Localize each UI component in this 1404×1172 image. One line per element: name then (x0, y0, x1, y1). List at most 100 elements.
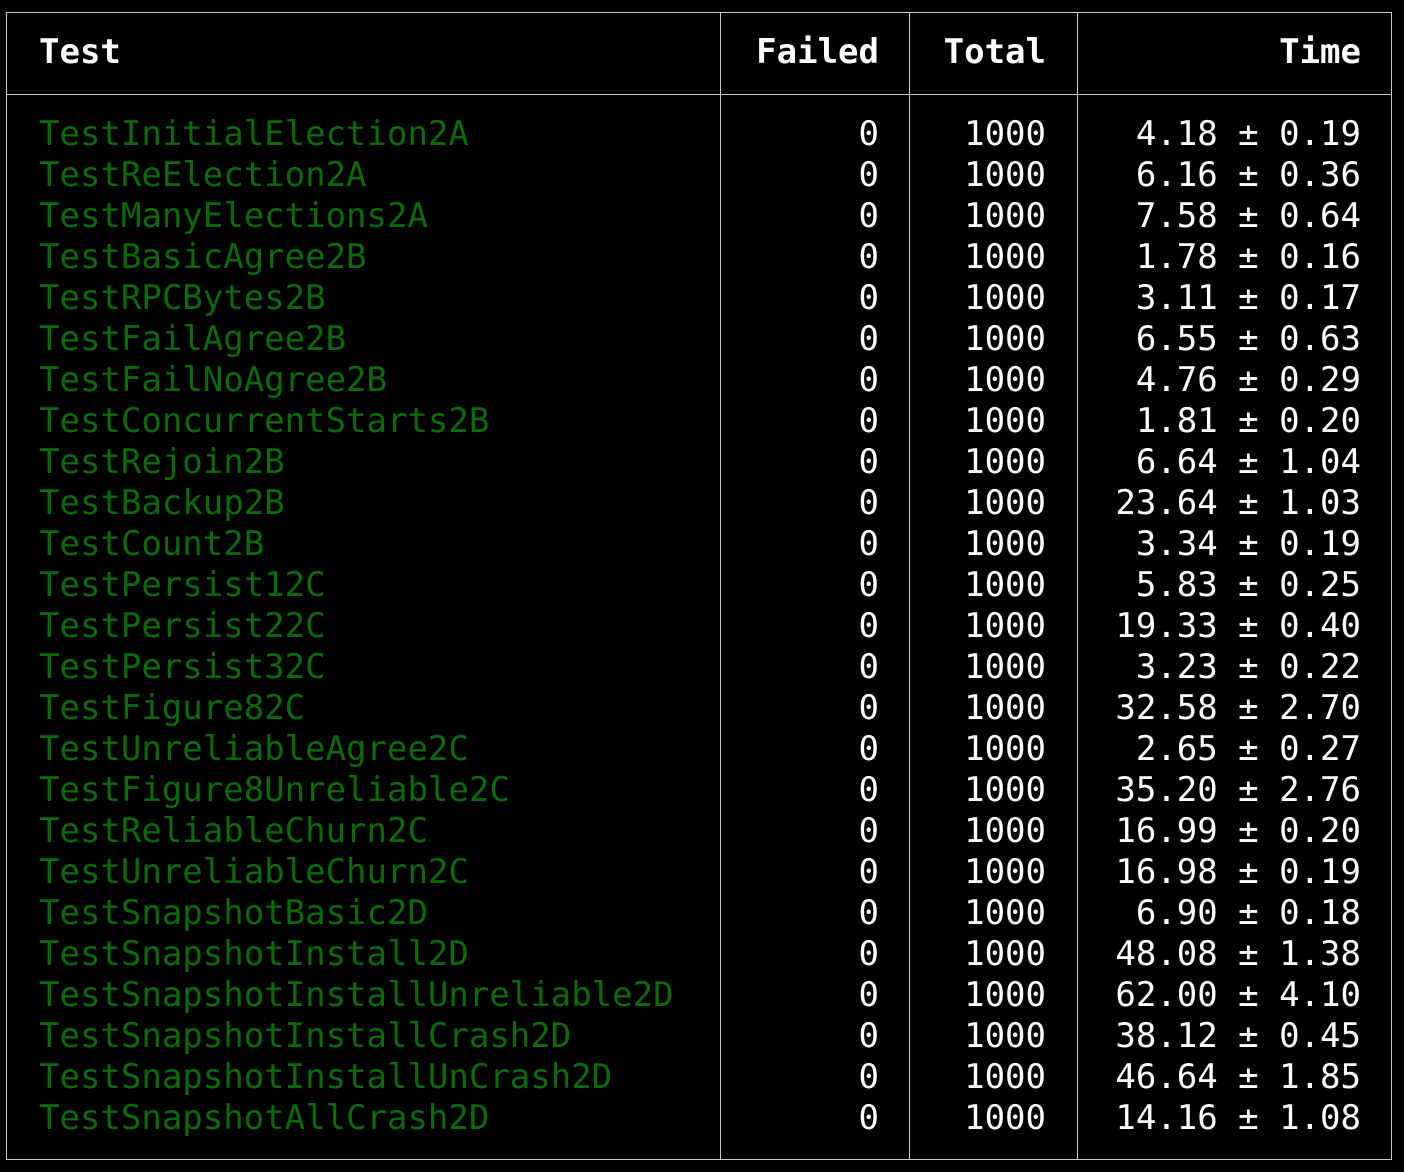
failed-count-cell: 0 (858, 606, 879, 646)
header-total: Total (943, 32, 1046, 72)
time-cell: 1.78 ± 0.16 (1135, 237, 1361, 277)
test-name-cell: TestReElection2A (39, 155, 367, 195)
total-count-cell: 1000 (964, 975, 1046, 1015)
test-name-cell: TestSnapshotInstallUnCrash2D (39, 1057, 613, 1097)
table-row: TestPersist32C 0 1000 3.23 ± 0.22 (0, 647, 1404, 688)
time-cell: 32.58 ± 2.70 (1115, 688, 1361, 728)
total-count-cell: 1000 (964, 196, 1046, 236)
failed-count-cell: 0 (858, 934, 879, 974)
failed-count-cell: 0 (858, 770, 879, 810)
test-name-cell: TestPersist12C (39, 565, 326, 605)
test-name-cell: TestFailAgree2B (39, 319, 347, 359)
failed-count-cell: 0 (858, 442, 879, 482)
time-cell: 4.76 ± 0.29 (1135, 360, 1361, 400)
failed-count-cell: 0 (858, 360, 879, 400)
table-row: TestPersist12C 0 1000 5.83 ± 0.25 (0, 565, 1404, 606)
time-cell: 7.58 ± 0.64 (1135, 196, 1361, 236)
table-row: TestInitialElection2A 0 1000 4.18 ± 0.19 (0, 114, 1404, 155)
test-name-cell: TestRejoin2B (39, 442, 285, 482)
time-cell: 23.64 ± 1.03 (1115, 483, 1361, 523)
test-name-cell: TestSnapshotAllCrash2D (39, 1098, 490, 1138)
table-row: TestReElection2A 0 1000 6.16 ± 0.36 (0, 155, 1404, 196)
table-row: TestUnreliableChurn2C 0 1000 16.98 ± 0.19 (0, 852, 1404, 893)
table-row: TestManyElections2A 0 1000 7.58 ± 0.64 (0, 196, 1404, 237)
failed-count-cell: 0 (858, 1057, 879, 1097)
table-row: TestSnapshotInstallCrash2D 0 1000 38.12 ± 0… (0, 1016, 1404, 1057)
time-cell: 4.18 ± 0.19 (1135, 114, 1361, 154)
total-count-cell: 1000 (964, 565, 1046, 605)
table-row: TestFigure8Unreliable2C 0 1000 35.20 ± 2.76 (0, 770, 1404, 811)
time-cell: 3.34 ± 0.19 (1135, 524, 1361, 564)
total-count-cell: 1000 (964, 278, 1046, 318)
time-cell: 16.98 ± 0.19 (1115, 852, 1361, 892)
failed-count-cell: 0 (858, 319, 879, 359)
total-count-cell: 1000 (964, 483, 1046, 523)
test-name-cell: TestBackup2B (39, 483, 285, 523)
time-cell: 6.90 ± 0.18 (1135, 893, 1361, 933)
failed-count-cell: 0 (858, 647, 879, 687)
total-count-cell: 1000 (964, 770, 1046, 810)
failed-count-cell: 0 (858, 483, 879, 523)
time-cell: 3.23 ± 0.22 (1135, 647, 1361, 687)
test-name-cell: TestReliableChurn2C (39, 811, 428, 851)
total-count-cell: 1000 (964, 155, 1046, 195)
table-row: TestConcurrentStarts2B 0 1000 1.81 ± 0.20 (0, 401, 1404, 442)
test-name-cell: TestSnapshotInstallCrash2D (39, 1016, 572, 1056)
total-count-cell: 1000 (964, 606, 1046, 646)
time-cell: 62.00 ± 4.10 (1115, 975, 1361, 1015)
table-row: TestSnapshotInstallUnCrash2D 0 1000 46.64 ±… (0, 1057, 1404, 1098)
total-count-cell: 1000 (964, 114, 1046, 154)
table-row: TestRPCBytes2B 0 1000 3.11 ± 0.17 (0, 278, 1404, 319)
test-name-cell: TestRPCBytes2B (39, 278, 326, 318)
results-table-body: TestInitialElection2A 0 1000 4.18 ± 0.19 Tes… (0, 114, 1404, 1139)
time-cell: 2.65 ± 0.27 (1135, 729, 1361, 769)
table-row: TestSnapshotAllCrash2D 0 1000 14.16 ± 1.08 (0, 1098, 1404, 1139)
table-row: TestBackup2B 0 1000 23.64 ± 1.03 (0, 483, 1404, 524)
total-count-cell: 1000 (964, 1098, 1046, 1138)
failed-count-cell: 0 (858, 196, 879, 236)
table-row: TestUnreliableAgree2C 0 1000 2.65 ± 0.27 (0, 729, 1404, 770)
total-count-cell: 1000 (964, 360, 1046, 400)
failed-count-cell: 0 (858, 811, 879, 851)
test-name-cell: TestUnreliableChurn2C (39, 852, 469, 892)
total-count-cell: 1000 (964, 401, 1046, 441)
table-row: TestSnapshotInstallUnreliable2D 0 1000 62.0… (0, 975, 1404, 1016)
test-name-cell: TestSnapshotInstall2D (39, 934, 469, 974)
test-name-cell: TestUnreliableAgree2C (39, 729, 469, 769)
table-row: TestReliableChurn2C 0 1000 16.99 ± 0.20 (0, 811, 1404, 852)
failed-count-cell: 0 (858, 975, 879, 1015)
total-count-cell: 1000 (964, 319, 1046, 359)
test-name-cell: TestConcurrentStarts2B (39, 401, 490, 441)
time-cell: 6.55 ± 0.63 (1135, 319, 1361, 359)
test-name-cell: TestManyElections2A (39, 196, 428, 236)
total-count-cell: 1000 (964, 647, 1046, 687)
test-name-cell: TestFigure82C (39, 688, 306, 728)
failed-count-cell: 0 (858, 278, 879, 318)
time-cell: 14.16 ± 1.08 (1115, 1098, 1361, 1138)
table-row: TestFailAgree2B 0 1000 6.55 ± 0.63 (0, 319, 1404, 360)
header-divider (6, 94, 1392, 95)
table-row: TestRejoin2B 0 1000 6.64 ± 1.04 (0, 442, 1404, 483)
test-name-cell: TestSnapshotBasic2D (39, 893, 428, 933)
total-count-cell: 1000 (964, 811, 1046, 851)
failed-count-cell: 0 (858, 524, 879, 564)
time-cell: 6.64 ± 1.04 (1135, 442, 1361, 482)
failed-count-cell: 0 (858, 1016, 879, 1056)
test-name-cell: TestFailNoAgree2B (39, 360, 387, 400)
table-row: TestBasicAgree2B 0 1000 1.78 ± 0.16 (0, 237, 1404, 278)
failed-count-cell: 0 (858, 729, 879, 769)
time-cell: 1.81 ± 0.20 (1135, 401, 1361, 441)
total-count-cell: 1000 (964, 852, 1046, 892)
test-name-cell: TestPersist32C (39, 647, 326, 687)
table-row: TestCount2B 0 1000 3.34 ± 0.19 (0, 524, 1404, 565)
failed-count-cell: 0 (858, 237, 879, 277)
time-cell: 16.99 ± 0.20 (1115, 811, 1361, 851)
header-test: Test (39, 32, 121, 72)
failed-count-cell: 0 (858, 1098, 879, 1138)
failed-count-cell: 0 (858, 565, 879, 605)
total-count-cell: 1000 (964, 688, 1046, 728)
time-cell: 5.83 ± 0.25 (1135, 565, 1361, 605)
test-name-cell: TestSnapshotInstallUnreliable2D (39, 975, 674, 1015)
header-time: Time (1279, 32, 1361, 72)
total-count-cell: 1000 (964, 934, 1046, 974)
